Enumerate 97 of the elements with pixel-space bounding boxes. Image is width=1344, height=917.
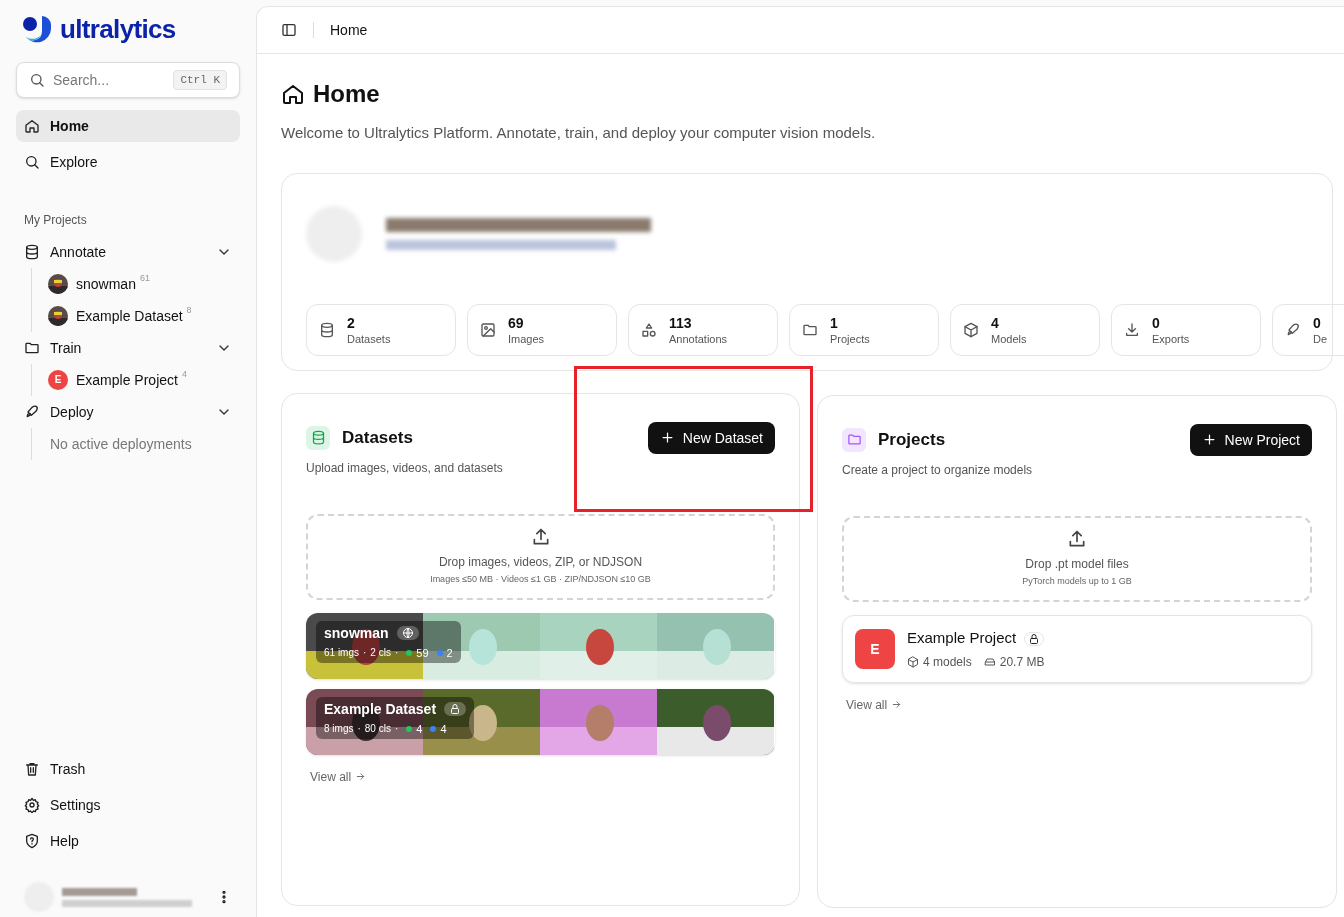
nav-group[interactable]: Annotate bbox=[16, 236, 240, 268]
stat-value: 113 bbox=[669, 313, 693, 333]
drop-title: Drop images, videos, ZIP, or NDJSON bbox=[438, 553, 643, 570]
model-count: 4 models bbox=[923, 653, 972, 670]
database-icon bbox=[319, 321, 335, 338]
dataset-name: snowman bbox=[324, 623, 389, 643]
page-title: Home bbox=[313, 79, 380, 109]
database-icon bbox=[24, 244, 40, 260]
shortcut-key: Ctrl K bbox=[173, 69, 227, 91]
stat-label: Exports bbox=[1152, 332, 1190, 347]
view-all-link[interactable]: View all bbox=[846, 696, 903, 713]
cube-icon bbox=[907, 655, 919, 668]
stat-label: Projects bbox=[830, 332, 870, 347]
arrow-right-icon bbox=[891, 699, 903, 710]
project-card[interactable]: E Example Project 4 models 20.7 MB bbox=[842, 614, 1312, 683]
nav-item[interactable]: Help bbox=[16, 825, 240, 857]
database-icon bbox=[310, 430, 326, 445]
separator: · bbox=[394, 646, 399, 661]
project-size: 20.7 MB bbox=[999, 653, 1045, 670]
project-avatar: E bbox=[48, 370, 68, 390]
plus-icon bbox=[659, 430, 675, 445]
image-icon bbox=[480, 321, 496, 338]
label-count: 59 bbox=[416, 645, 429, 661]
folder-icon bbox=[24, 340, 40, 356]
stat-label: Images bbox=[508, 332, 545, 347]
item-count: 61 bbox=[139, 274, 150, 283]
nav-item[interactable]: Trash bbox=[16, 753, 240, 785]
shapes-icon bbox=[641, 321, 657, 338]
stat-value: 2 bbox=[347, 313, 356, 333]
dataset-card[interactable]: Example Dataset 8 imgs · 80 cls · 4 4 bbox=[306, 688, 775, 755]
label-count: 4 bbox=[416, 721, 423, 737]
nav-group[interactable]: Deploy bbox=[16, 396, 240, 428]
separator: · bbox=[363, 646, 367, 661]
dataset-card[interactable]: snowman 61 imgs · 2 cls · 59 2 bbox=[306, 612, 775, 679]
drop-zone[interactable]: Drop images, videos, ZIP, or NDJSON Images ≤50 MB · Videos ≤1 GB · ZIP/NDJSON ≤10 GB bbox=[306, 513, 775, 600]
arrow-right-icon bbox=[355, 771, 367, 782]
stat-label: De bbox=[1313, 332, 1328, 347]
section-label: My Projects bbox=[23, 212, 88, 228]
search-icon bbox=[24, 154, 40, 170]
stat-value: 0 bbox=[1313, 313, 1322, 333]
upload-icon bbox=[1067, 528, 1087, 549]
plus-icon bbox=[1201, 432, 1217, 447]
cube-icon bbox=[963, 321, 979, 338]
brand-name: ultralytics bbox=[60, 16, 176, 42]
panel-title: Projects bbox=[878, 428, 946, 451]
image-count: 8 imgs bbox=[324, 722, 354, 737]
breadcrumb: Home bbox=[330, 21, 368, 40]
new-button[interactable]: New Dataset bbox=[647, 421, 775, 454]
empty-message: No active deployments bbox=[49, 435, 193, 454]
nav-item[interactable]: Example Dataset 8 bbox=[48, 300, 240, 332]
drive-icon bbox=[983, 655, 996, 668]
home-icon bbox=[24, 118, 40, 134]
stat-value: 4 bbox=[991, 313, 1000, 333]
dataset-name: Example Dataset bbox=[324, 699, 437, 719]
drop-zone[interactable]: Drop .pt model files PyTorch models up to 1 GB bbox=[842, 515, 1312, 602]
nav-item[interactable]: E Example Project 4 bbox=[48, 364, 240, 396]
nav-group[interactable]: Train bbox=[16, 332, 240, 364]
nav-item[interactable]: Explore bbox=[16, 146, 240, 178]
separator: · bbox=[394, 722, 399, 737]
project-name: Example Project bbox=[907, 628, 1017, 649]
class-count: 80 cls bbox=[364, 722, 391, 737]
label-count: 2 bbox=[446, 645, 453, 661]
drop-title: Drop .pt model files bbox=[1025, 555, 1129, 572]
folder-icon bbox=[846, 432, 862, 447]
nav-item[interactable]: Home bbox=[16, 110, 240, 142]
stat-value: 69 bbox=[508, 313, 525, 333]
trash-icon bbox=[24, 761, 40, 777]
project-avatar: E bbox=[855, 628, 895, 669]
nav-item[interactable]: Settings bbox=[16, 789, 240, 821]
stat-value: 1 bbox=[830, 313, 839, 333]
new-button[interactable]: New Project bbox=[1189, 423, 1312, 456]
image-count: 61 imgs bbox=[324, 646, 359, 661]
stat-label: Datasets bbox=[347, 332, 391, 347]
search-field[interactable]: Search... Ctrl K bbox=[16, 62, 240, 98]
settings-icon bbox=[24, 797, 40, 813]
download-icon bbox=[1124, 321, 1140, 338]
panel-subtitle: Create a project to organize models bbox=[842, 461, 1034, 478]
drop-hint: PyTorch models up to 1 GB bbox=[1022, 574, 1132, 588]
stat-label: Models bbox=[991, 332, 1027, 347]
panel-title: Datasets bbox=[342, 426, 413, 449]
item-count: 4 bbox=[181, 370, 187, 379]
sidebar-toggle-icon[interactable] bbox=[281, 22, 297, 38]
item-count: 8 bbox=[186, 306, 192, 315]
search-icon bbox=[29, 72, 45, 88]
page-subtitle: Welcome to Ultralytics Platform. Annotate, train, and deploy your computer vision models. bbox=[281, 123, 877, 143]
stat-value: 0 bbox=[1152, 313, 1161, 333]
view-all-link[interactable]: View all bbox=[310, 768, 367, 785]
stat-label: Annotations bbox=[669, 332, 728, 347]
label-count: 4 bbox=[440, 721, 447, 737]
shield-question-icon bbox=[24, 833, 40, 849]
separator: · bbox=[357, 722, 361, 737]
drop-hint: Images ≤50 MB · Videos ≤1 GB · ZIP/NDJSON ≤10 GB bbox=[430, 572, 651, 586]
nav-item[interactable]: snowman 61 bbox=[48, 268, 240, 300]
panel-subtitle: Upload images, videos, and datasets bbox=[306, 459, 504, 476]
search-input[interactable]: Search... bbox=[53, 70, 166, 90]
home-icon bbox=[281, 82, 305, 106]
class-count: 2 cls bbox=[370, 646, 391, 661]
